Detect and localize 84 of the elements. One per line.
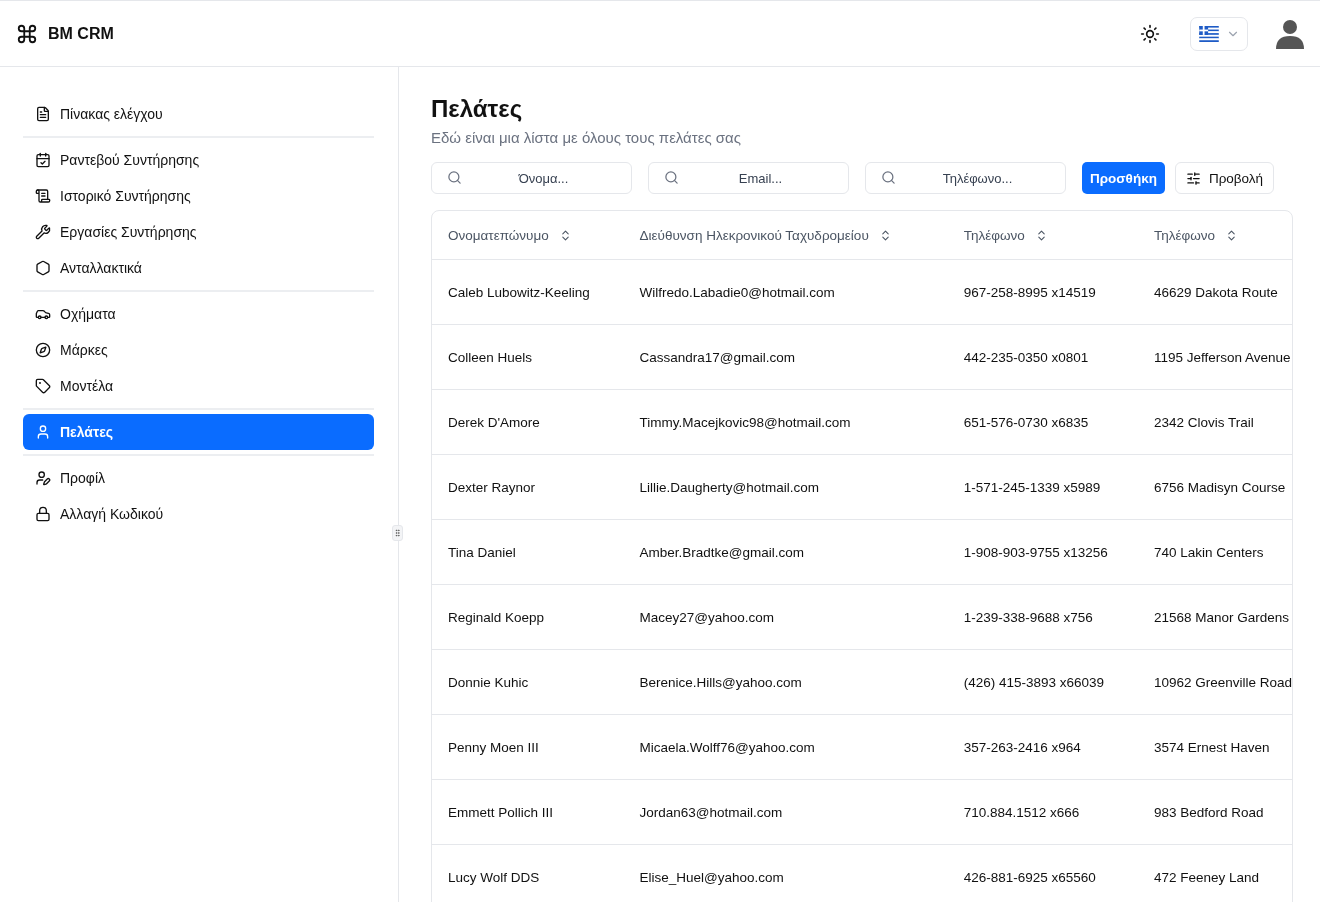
table-cell: Lillie.Daugherty@hotmail.com xyxy=(623,455,948,520)
table-cell: Derek D'Amore xyxy=(432,390,624,455)
user-icon xyxy=(35,424,51,440)
table-cell: Jordan63@hotmail.com xyxy=(623,780,948,845)
table-cell: Timmy.Macejkovic98@hotmail.com xyxy=(623,390,948,455)
resize-handle[interactable] xyxy=(392,525,403,541)
sidebar-item[interactable]: Ανταλλακτικά xyxy=(23,250,374,286)
sidebar-item[interactable]: Μοντέλα xyxy=(23,368,374,404)
table-cell: 1195 Jefferson Avenue xyxy=(1137,325,1292,390)
hexagon-icon xyxy=(35,260,51,276)
table-cell: 2342 Clovis Trail xyxy=(1137,390,1292,455)
theme-toggle-icon[interactable] xyxy=(1140,23,1160,44)
sidebar-item[interactable]: Εργασίες Συντήρησης xyxy=(23,214,374,250)
table-cell: 46629 Dakota Route xyxy=(1137,260,1292,325)
table-cell: Colleen Huels xyxy=(432,325,624,390)
page-subtitle: Εδώ είναι μια λίστα με όλους τους πελάτες σας xyxy=(431,129,742,146)
sliders-icon xyxy=(1185,170,1201,186)
tag-icon xyxy=(35,378,51,394)
sidebar-item[interactable]: Ιστορικό Συντήρησης xyxy=(23,178,374,214)
table-cell: 442-235-0350 x0801 xyxy=(947,325,1138,390)
table-cell: 967-258-8995 x14519 xyxy=(947,260,1138,325)
scroll-icon xyxy=(35,188,51,204)
page-title: Πελάτες xyxy=(431,95,524,123)
table-cell: Penny Moen III xyxy=(432,715,624,780)
add-button[interactable]: Προσθήκη xyxy=(1082,162,1165,194)
table-cell: 3574 Ernest Haven xyxy=(1137,715,1292,780)
command-icon xyxy=(16,22,38,45)
table-cell: Amber.Bradtke@gmail.com xyxy=(623,520,948,585)
search-field[interactable]: Όνομα... xyxy=(431,162,632,194)
lock-icon xyxy=(35,506,51,522)
table-cell: Donnie Kuhic xyxy=(432,650,624,715)
app-name: BM CRM xyxy=(48,24,114,43)
table-cell: 983 Bedford Road xyxy=(1137,780,1292,845)
table-cell: Cassandra17@gmail.com xyxy=(623,325,948,390)
table-cell: 357-263-2416 x964 xyxy=(947,715,1138,780)
table-cell: Wilfredo.Labadie0@hotmail.com xyxy=(623,260,948,325)
table-cell: 651-576-0730 x6835 xyxy=(947,390,1138,455)
sidebar-item[interactable]: Μάρκες xyxy=(23,332,374,368)
sidebar-item[interactable]: Οχήματα xyxy=(23,296,374,332)
table-cell: (426) 415-3893 x66039 xyxy=(947,650,1138,715)
table-cell: 1-239-338-9688 x756 xyxy=(947,585,1138,650)
table-cell: Caleb Lubowitz-Keeling xyxy=(432,260,624,325)
avatar-icon[interactable] xyxy=(1276,18,1304,49)
table-cell: 1-571-245-1339 x5989 xyxy=(947,455,1138,520)
column-header[interactable]: Τηλέφωνο xyxy=(1153,227,1238,243)
sidebar-item[interactable]: Προφίλ xyxy=(23,460,374,496)
table-cell: Tina Daniel xyxy=(432,520,624,585)
table-cell: 10962 Greenville Road xyxy=(1137,650,1292,715)
table-cell: Elise_Huel@yahoo.com xyxy=(623,845,948,902)
table-cell: 740 Lakin Centers xyxy=(1137,520,1292,585)
view-button[interactable]: Προβολή xyxy=(1174,162,1275,194)
table-cell: 21568 Manor Gardens xyxy=(1137,585,1292,650)
table-cell: Emmett Pollich III xyxy=(432,780,624,845)
column-header[interactable]: Τηλέφωνο xyxy=(963,227,1048,243)
table-cell: 1-908-903-9755 x13256 xyxy=(947,520,1138,585)
table-cell: 6756 Madisyn Course xyxy=(1137,455,1292,520)
language-selector[interactable] xyxy=(1190,16,1248,51)
sidebar-item[interactable]: Αλλαγή Κωδικού xyxy=(23,496,374,532)
table-cell: Lucy Wolf DDS xyxy=(432,845,624,902)
table-cell: 710.884.1512 x666 xyxy=(947,780,1138,845)
user-pen-icon xyxy=(35,470,51,486)
search-icon xyxy=(447,170,462,185)
search-icon xyxy=(881,170,896,185)
compass-icon xyxy=(35,342,51,358)
search-field[interactable]: Email... xyxy=(648,162,849,194)
flag-icon xyxy=(1198,25,1220,42)
document-icon xyxy=(35,106,51,122)
sidebar-item[interactable]: Πίνακας ελέγχου xyxy=(23,96,374,132)
column-header[interactable]: Διεύθυνση Ηλεκρονικού Ταχυδρομείου xyxy=(639,227,892,243)
sort-icon xyxy=(1225,228,1238,242)
table-cell: Berenice.Hills@yahoo.com xyxy=(623,650,948,715)
sidebar-item[interactable]: Πελάτες xyxy=(23,414,374,450)
table-cell: 472 Feeney Land xyxy=(1137,845,1292,902)
sidebar-item[interactable]: Ραντεβού Συντήρησης xyxy=(23,142,374,178)
table-cell: Macey27@yahoo.com xyxy=(623,585,948,650)
calendar-icon xyxy=(35,152,51,168)
search-icon xyxy=(664,170,679,185)
wrench-icon xyxy=(35,224,51,240)
search-field[interactable]: Τηλέφωνο... xyxy=(865,162,1066,194)
column-header[interactable]: Ονοματεπώνυμο xyxy=(448,227,572,243)
table-cell: Micaela.Wolff76@yahoo.com xyxy=(623,715,948,780)
table-cell: Dexter Raynor xyxy=(432,455,624,520)
table-cell: 426-881-6925 x65560 xyxy=(947,845,1138,902)
table-cell: Reginald Koepp xyxy=(432,585,624,650)
